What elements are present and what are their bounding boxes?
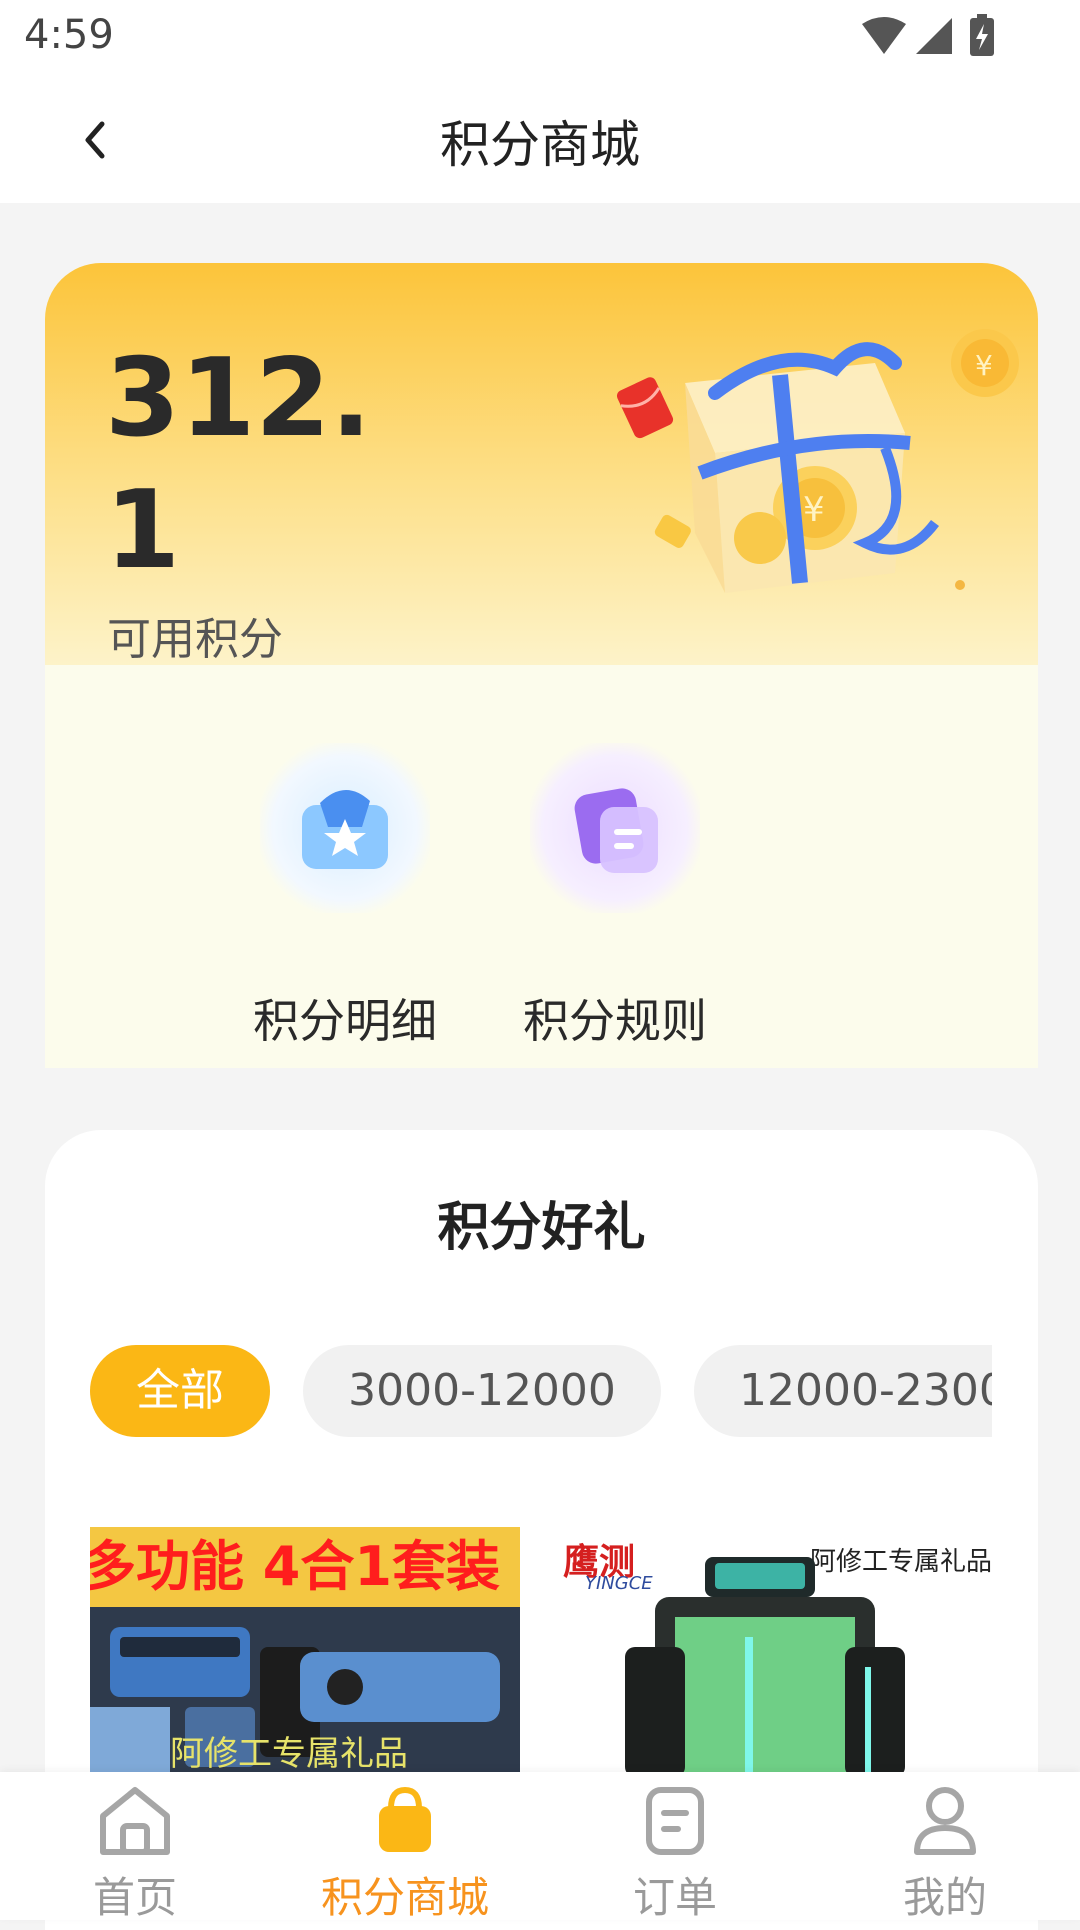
tab-label: 我的: [902, 1873, 987, 1922]
filter-chip-12000-23000[interactable]: 12000-23000: [694, 1345, 992, 1437]
points-rules-link[interactable]: 积分规则: [495, 743, 735, 1048]
status-time: 4:59: [24, 12, 114, 58]
gift-box-illustration: ¥ ¥: [616, 329, 1019, 593]
nav-bar: 积分商城: [0, 75, 1080, 203]
tab-label: 积分商城: [320, 1873, 489, 1922]
filter-chip-all[interactable]: 全部: [90, 1345, 270, 1437]
svg-text:¥: ¥: [803, 490, 825, 530]
points-detail-icon: [260, 743, 430, 913]
order-icon: [646, 1787, 704, 1855]
wifi-icon: [862, 17, 906, 54]
points-rules-icon: [530, 743, 700, 913]
product-card[interactable]: 多功能 4合1套装 阿修工专属礼品: [90, 1527, 520, 1777]
product-banner: 多功能 4合1套装: [90, 1527, 520, 1607]
product-card[interactable]: 鹰测 YINGCE 阿修工专属礼品: [555, 1527, 992, 1777]
signal-icon: [916, 18, 952, 54]
home-icon: [100, 1787, 170, 1855]
filter-chip-3000-12000[interactable]: 3000-12000: [303, 1345, 661, 1437]
tab-label: 首页: [92, 1873, 177, 1922]
tab-points-mall[interactable]: 积分商城: [270, 1780, 540, 1922]
status-icons: [862, 14, 994, 56]
status-bar: 4:59: [0, 0, 1080, 75]
points-rules-label: 积分规则: [523, 994, 707, 1048]
page-title: 积分商城: [440, 116, 640, 174]
points-label: 可用积分: [107, 614, 283, 665]
tab-label: 订单: [632, 1873, 717, 1922]
gifts-title: 积分好礼: [437, 1198, 646, 1258]
price-filter-row: 全部 3000-12000 12000-23000: [90, 1345, 992, 1440]
laser-level-image: [625, 1557, 905, 1777]
bottom-tab-bar: 首页 积分商城 订单 我的: [0, 1772, 1080, 1922]
shopping-bag-icon: [379, 1786, 431, 1852]
svg-text:¥: ¥: [975, 349, 993, 382]
points-value: 312.1: [105, 336, 372, 593]
product-watermark: 阿修工专属礼品: [170, 1734, 408, 1774]
battery-icon: [970, 14, 994, 56]
points-summary: 312.1 可用积分 ¥ ¥: [45, 263, 1038, 665]
user-icon: [914, 1787, 976, 1855]
tab-orders[interactable]: 订单: [540, 1780, 810, 1922]
points-detail-link[interactable]: 积分明细: [225, 743, 465, 1048]
points-detail-label: 积分明细: [253, 994, 437, 1048]
tab-profile[interactable]: 我的: [810, 1780, 1080, 1922]
tab-home[interactable]: 首页: [0, 1780, 270, 1922]
points-card: 312.1 可用积分 ¥ ¥ 积分明细 积分规则: [45, 263, 1038, 1068]
